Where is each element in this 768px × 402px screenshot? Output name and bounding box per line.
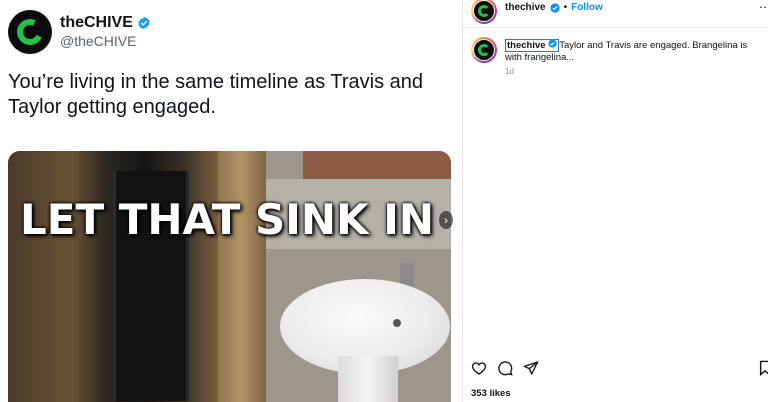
action-bar — [471, 360, 539, 376]
heart-icon[interactable] — [471, 360, 487, 376]
tweet-media-image[interactable]: LET THAT SINK IN — [8, 151, 451, 402]
tweet-text: You’re living in the same timeline as Tr… — [8, 71, 424, 118]
drain-image-part — [393, 319, 401, 327]
more-options-icon[interactable]: ⋯ — [759, 0, 768, 14]
tweet-handle[interactable]: @theCHIVE — [60, 33, 136, 49]
verified-badge-icon — [138, 16, 150, 30]
brick-wall-image-part — [303, 151, 451, 179]
header-divider — [463, 27, 768, 28]
follow-button[interactable]: Follow — [571, 2, 603, 13]
tweet-panel: theCHIVE @theCHIVE You’re living in the … — [0, 0, 462, 402]
door-frame-image-part — [218, 151, 266, 402]
ig-header: thechive • Follow — [505, 2, 603, 13]
chive-logo-icon — [13, 15, 47, 49]
caption-username[interactable]: thechive — [505, 39, 560, 52]
ig-separator: • — [563, 2, 568, 13]
ig-caption-avatar[interactable] — [471, 37, 497, 63]
post-time: 1d — [505, 67, 514, 76]
chive-logo-icon — [478, 44, 490, 56]
chive-logo-icon — [478, 5, 490, 17]
ig-caption: thechive Taylor and Travis are engaged. … — [505, 39, 763, 64]
ig-username[interactable]: thechive — [505, 2, 546, 13]
chevron-right-icon[interactable]: › — [439, 211, 453, 229]
ig-avatar-inner — [473, 39, 495, 61]
tweet-display-name[interactable]: theCHIVE — [60, 14, 151, 32]
caption-username-text: thechive — [507, 40, 546, 51]
share-icon[interactable] — [523, 360, 539, 376]
verified-badge-icon — [548, 39, 557, 48]
verified-badge-icon — [549, 2, 560, 13]
meme-caption: LET THAT SINK IN — [20, 195, 435, 244]
comment-icon[interactable] — [497, 360, 513, 376]
bookmark-icon[interactable] — [759, 360, 768, 376]
ig-header-avatar[interactable] — [471, 0, 497, 24]
likes-count[interactable]: 353 likes — [471, 388, 511, 399]
display-name-text: theCHIVE — [60, 14, 133, 31]
sink-pedestal-image-part — [338, 356, 398, 402]
tweet-avatar[interactable] — [8, 10, 52, 54]
ig-avatar-inner — [473, 0, 495, 22]
instagram-panel: thechive • Follow ⋯ thechive Taylor and … — [462, 0, 768, 402]
